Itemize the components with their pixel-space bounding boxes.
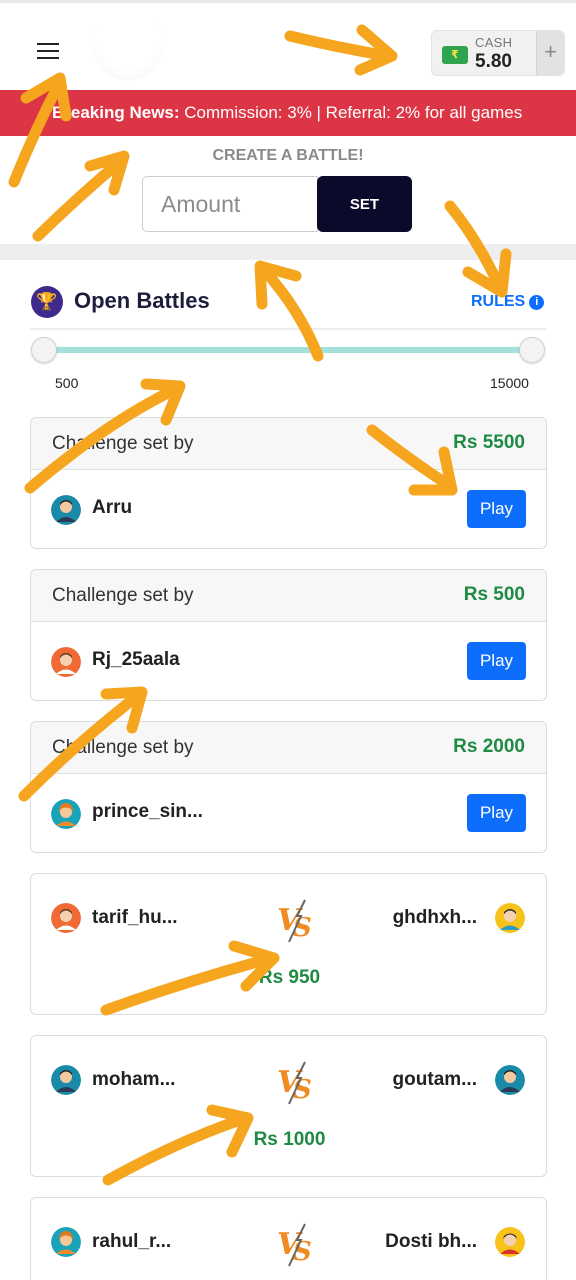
avatar	[51, 1227, 81, 1257]
player-two-name: goutam...	[392, 1069, 477, 1090]
wallet-value: 5.80	[475, 51, 512, 72]
versus-icon: VS	[277, 1061, 312, 1105]
running-battle-card: rahul_r... VS Dosti bh...	[30, 1197, 547, 1280]
player-two-name: Dosti bh...	[385, 1231, 477, 1252]
rules-label: RULES	[471, 293, 526, 310]
avatar	[495, 1065, 525, 1095]
versus-icon: VS	[277, 1223, 312, 1267]
avatar	[495, 903, 525, 933]
arrow-to-news	[32, 150, 130, 242]
battle-amount: Rs 950	[258, 967, 321, 988]
challenge-card-header: Challenge set by Rs 5500	[31, 418, 546, 470]
challenge-card-header: Challenge set by Rs 500	[31, 570, 546, 622]
challenge-amount: Rs 500	[463, 584, 525, 605]
amount-range-track[interactable]	[44, 347, 532, 353]
avatar	[51, 647, 81, 677]
wallet-label: CASH	[475, 35, 513, 50]
news-text: Commission: 3% | Referral: 2% for all ga…	[184, 103, 523, 122]
range-min-handle[interactable]	[31, 337, 57, 363]
challenger-name: Rj_25aala	[92, 649, 180, 670]
player-one-name: rahul_r...	[92, 1231, 172, 1252]
avatar	[51, 495, 81, 525]
slider-divider	[30, 328, 547, 332]
play-button[interactable]: Play	[467, 490, 526, 528]
wallet-balance[interactable]: ₹ CASH 5.80 +	[431, 30, 565, 76]
set-button[interactable]: SET	[317, 176, 412, 232]
avatar	[51, 1065, 81, 1095]
avatar	[51, 903, 81, 933]
info-icon: i	[529, 295, 545, 310]
challenger-name: Arru	[92, 497, 133, 518]
challenge-set-by: Challenge set by	[52, 585, 194, 606]
challenge-card: Challenge set by Rs 2000 prince_sin... P…	[30, 721, 547, 853]
news-ticker: Breaking News: Commission: 3% | Referral…	[0, 90, 576, 136]
amount-input[interactable]	[142, 176, 318, 232]
trophy-icon: 🏆	[31, 286, 63, 318]
add-cash-button[interactable]: +	[536, 31, 564, 75]
player-one-name: tarif_hu...	[92, 907, 178, 928]
open-battles-title: Open Battles	[74, 288, 210, 313]
challenge-amount: Rs 5500	[453, 432, 525, 453]
range-max-label: 15000	[490, 375, 529, 391]
player-one-name: moham...	[92, 1069, 176, 1090]
challenger-name: prince_sin...	[92, 801, 203, 822]
play-button[interactable]: Play	[467, 794, 526, 832]
challenge-card: Challenge set by Rs 500 Rj_25aala Play	[30, 569, 547, 701]
arrow-to-create	[254, 260, 324, 362]
battle-amount: Rs 1000	[253, 1129, 326, 1150]
challenge-card-header: Challenge set by Rs 2000	[31, 722, 546, 774]
menu-icon[interactable]	[37, 43, 61, 61]
rules-link[interactable]: RULES i	[471, 293, 545, 311]
app-logo[interactable]	[92, 7, 164, 81]
avatar	[495, 1227, 525, 1257]
app-header: ₹ CASH 5.80 +	[0, 0, 576, 92]
play-button[interactable]: Play	[467, 642, 526, 680]
avatar	[51, 799, 81, 829]
challenge-set-by: Challenge set by	[52, 737, 194, 758]
challenge-set-by: Challenge set by	[52, 433, 194, 454]
challenge-card: Challenge set by Rs 5500 Arru Play	[30, 417, 547, 549]
range-min-label: 500	[55, 375, 79, 391]
versus-icon: VS	[277, 899, 312, 943]
running-battle-card: moham... VS goutam... Rs 1000	[30, 1035, 547, 1177]
news-prefix: Breaking News:	[52, 103, 180, 122]
player-two-name: ghdhxh...	[392, 907, 477, 928]
challenge-amount: Rs 2000	[453, 736, 525, 757]
range-max-handle[interactable]	[519, 337, 545, 363]
section-divider	[0, 244, 576, 260]
running-battle-card: tarif_hu... VS ghdhxh... Rs 950	[30, 873, 547, 1015]
cash-icon: ₹	[442, 46, 468, 64]
create-battle-title: CREATE A BATTLE!	[212, 147, 364, 164]
